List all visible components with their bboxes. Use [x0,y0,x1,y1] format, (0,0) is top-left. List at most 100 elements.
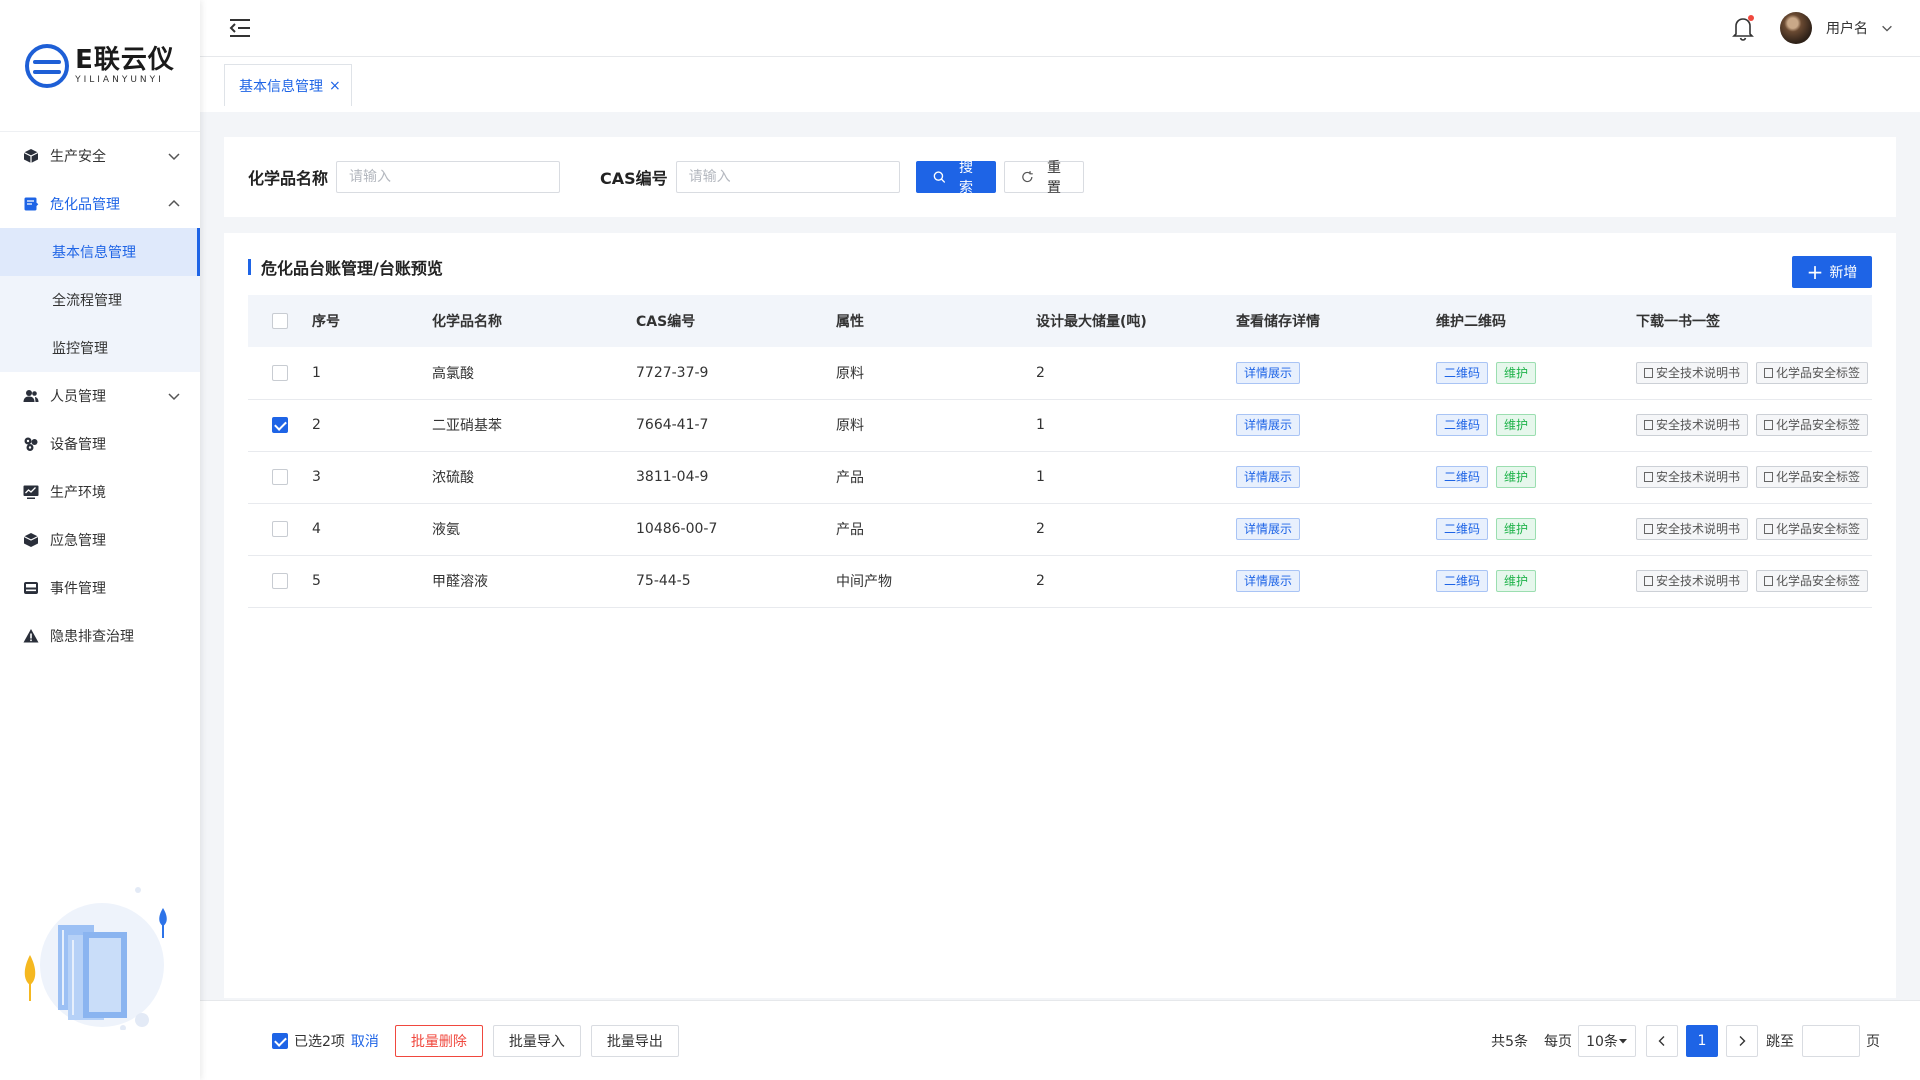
column-header-max-storage: 设计最大储量(吨) [1036,314,1147,330]
selection-checkbox[interactable] [272,1032,288,1049]
add-button-label: 新增 [1829,265,1858,281]
safety-manual-button[interactable]: 安全技术说明书 [1636,414,1749,436]
qrcode-button[interactable]: 二维码 [1436,518,1489,540]
chemical-name-input[interactable] [336,161,561,193]
row-checkbox[interactable] [272,364,288,381]
chevron-down-icon [168,393,180,401]
detail-button[interactable]: 详情展示 [1236,414,1301,436]
search-icon [933,171,945,183]
select-all-checkbox[interactable] [272,313,288,329]
document-icon [1644,472,1653,482]
safety-label-button[interactable]: 化学品安全标签 [1756,414,1869,436]
cas-input[interactable] [675,161,900,193]
add-button[interactable]: + 新增 [1792,256,1872,288]
search-button-label: 搜索 [959,160,973,196]
row-checkbox[interactable] [272,417,288,433]
sidebar-item-hazardous-chemicals[interactable]: 危化品管理 [0,180,200,228]
chevron-down-icon[interactable] [1880,21,1894,35]
ledger-table-card: 危化品台账管理/台账预览 + 新增 序号 化学品名称 CAS编号 属性 设计最大… [224,233,1896,998]
maintain-button[interactable]: 维护 [1496,570,1537,592]
safety-label-button[interactable]: 化学品安全标签 [1756,361,1869,384]
maintain-button[interactable]: 维护 [1496,414,1537,436]
warning-icon [22,627,40,645]
safety-label-button[interactable]: 化学品安全标签 [1756,466,1869,488]
sidebar-subitem-basic-info[interactable]: 基本信息管理 [0,228,200,276]
batch-import-button[interactable]: 批量导入 [492,1024,581,1057]
row-checkbox[interactable] [272,469,288,485]
maintain-button[interactable]: 维护 [1496,361,1537,384]
safety-label-label: 化学品安全标签 [1776,574,1861,588]
sidebar-item-personnel[interactable]: 人员管理 [0,372,200,420]
pagination: 共5条 每页 10条 1 跳至 页 [1491,1024,1880,1057]
sidebar-item-events[interactable]: 事件管理 [0,564,200,612]
maintain-button[interactable]: 维护 [1496,466,1537,488]
detail-button[interactable]: 详情展示 [1236,361,1301,384]
page-button-current[interactable]: 1 [1686,1024,1718,1057]
cell-attr: 产品 [836,451,1036,504]
qrcode-button[interactable]: 二维码 [1436,466,1489,488]
page-size-select[interactable]: 10条 [1578,1024,1636,1057]
sidebar: E联云仪 YILIANYUNYI 生产安全 危化品管理 基本信息管理 全流程管理… [0,0,200,1080]
selected-count: 已选2项 [294,1033,345,1050]
next-page-button[interactable] [1726,1024,1758,1057]
brand-name: E联云仪 [75,44,175,75]
row-checkbox[interactable] [272,573,288,589]
submenu-hazardous-chemicals: 基本信息管理 全流程管理 监控管理 [0,228,200,372]
jump-page-input[interactable] [1802,1024,1860,1057]
cell-cas: 7664-41-7 [636,399,836,452]
selection-info: 已选2项 取消 [272,1031,379,1051]
prev-page-button[interactable] [1646,1024,1678,1057]
safety-label-button[interactable]: 化学品安全标签 [1756,570,1869,592]
safety-manual-button[interactable]: 安全技术说明书 [1636,466,1749,488]
detail-button[interactable]: 详情展示 [1236,570,1301,592]
maintain-button[interactable]: 维护 [1496,518,1537,540]
row-checkbox[interactable] [272,521,288,537]
sidebar-item-production-environment[interactable]: 生产环境 [0,468,200,516]
sidebar-item-equipment[interactable]: 设备管理 [0,420,200,468]
top-header: 用户名 [200,0,1920,57]
close-icon[interactable]: × [329,78,341,94]
reset-button[interactable]: 重置 [1003,160,1084,196]
sidebar-item-label: 生产环境 [50,485,106,501]
safety-manual-button[interactable]: 安全技术说明书 [1636,518,1749,540]
detail-button[interactable]: 详情展示 [1236,466,1301,488]
search-button[interactable]: 搜索 [915,160,996,196]
cell-attr: 产品 [836,503,1036,556]
document-icon [1644,420,1653,430]
avatar[interactable] [1780,12,1812,44]
sidebar-subitem-monitoring[interactable]: 监控管理 [0,324,200,372]
cell-name: 浓硫酸 [432,451,636,504]
username[interactable]: 用户名 [1826,18,1868,38]
column-header-name: 化学品名称 [432,314,502,330]
safety-label-button[interactable]: 化学品安全标签 [1756,518,1869,540]
qrcode-button[interactable]: 二维码 [1436,414,1489,436]
monitor-chart-icon [22,483,40,501]
qrcode-button[interactable]: 二维码 [1436,570,1489,592]
qrcode-button[interactable]: 二维码 [1436,361,1489,384]
sidebar-subitem-full-process[interactable]: 全流程管理 [0,276,200,324]
title-accent-bar [248,259,251,275]
safety-manual-button[interactable]: 安全技术说明书 [1636,361,1749,384]
batch-export-button[interactable]: 批量导出 [590,1024,679,1057]
menu-fold-icon[interactable] [225,13,255,43]
brand-logo[interactable]: E联云仪 YILIANYUNYI [0,0,200,132]
safety-manual-label: 安全技术说明书 [1656,365,1741,380]
document-icon [1764,472,1774,482]
cancel-selection-link[interactable]: 取消 [351,1031,379,1051]
column-header-qrcode: 维护二维码 [1436,314,1506,330]
cell-max-storage: 2 [1036,347,1236,400]
cell-attr: 原料 [836,347,1036,400]
cell-no: 3 [312,451,432,504]
safety-manual-button[interactable]: 安全技术说明书 [1636,570,1749,592]
sidebar-item-hazard-inspection[interactable]: 隐患排查治理 [0,612,200,660]
reset-button-label: 重置 [1047,160,1061,196]
table-row: 3 浓硫酸 3811-04-9 产品 1 详情展示 二维码 维护 安全技术说明书 化学品安全标签 [248,451,1872,504]
tab-basic-info[interactable]: 基本信息管理 × [224,64,352,106]
sidebar-item-emergency[interactable]: 应急管理 [0,516,200,564]
sidebar-item-production-safety[interactable]: 生产安全 [0,132,200,180]
batch-delete-button[interactable]: 批量删除 [394,1024,483,1057]
notification-bell-icon[interactable] [1728,13,1758,43]
detail-button[interactable]: 详情展示 [1236,518,1301,540]
cell-no: 2 [312,399,432,452]
column-header-attr: 属性 [836,314,864,330]
